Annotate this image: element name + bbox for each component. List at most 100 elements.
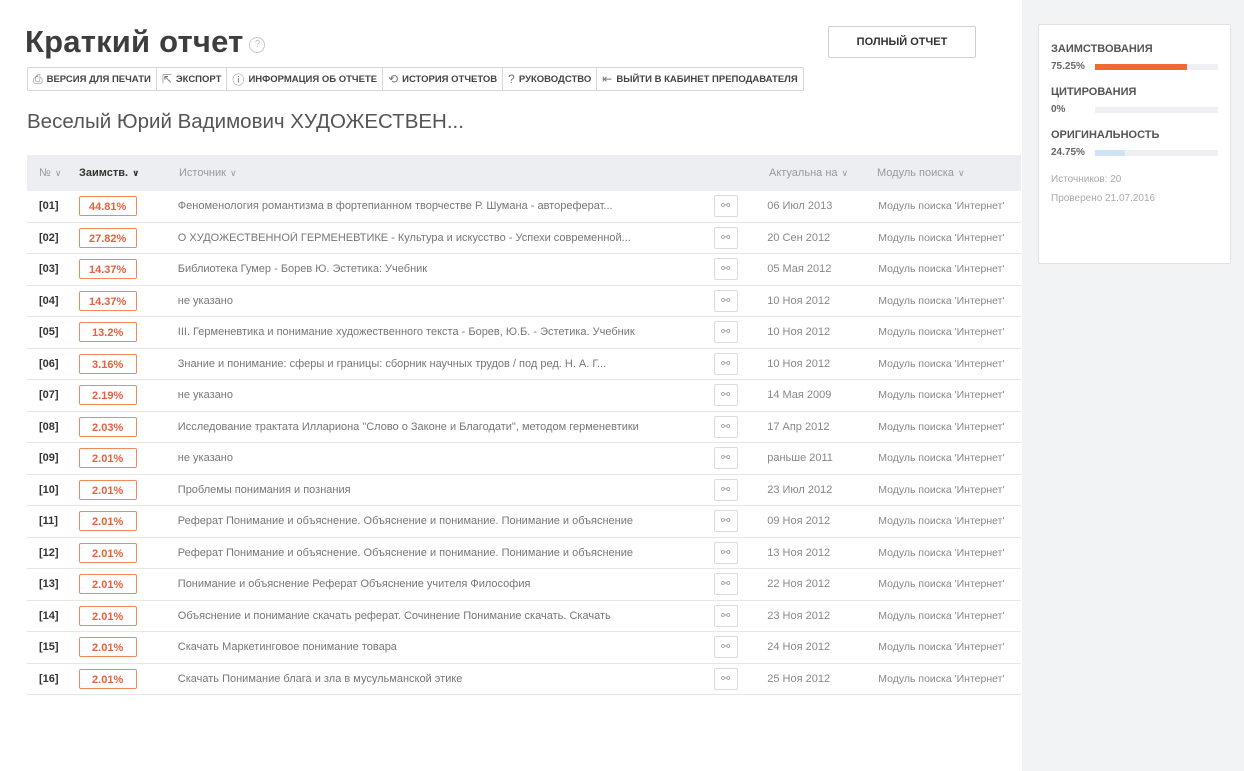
- cite-value: 0%: [1051, 104, 1066, 115]
- row-source[interactable]: Объяснение и понимание скачать реферат. …: [178, 610, 719, 622]
- link-icon[interactable]: ⚯: [713, 195, 738, 218]
- link-icon[interactable]: ⚯: [713, 258, 738, 281]
- export-button[interactable]: ⇱ ЭКСПОРТ: [157, 68, 228, 90]
- report-history-button[interactable]: ⟲ ИСТОРИЯ ОТЧЕТОВ: [383, 68, 504, 90]
- link-icon[interactable]: ⚯: [713, 636, 738, 659]
- report-main: Краткий отчет ? ПОЛНЫЙ ОТЧЕТ ⎙ ВЕРСИЯ ДЛ…: [25, 0, 1021, 771]
- borrow-percent-badge[interactable]: 44.81%: [78, 196, 137, 217]
- header-num[interactable]: № ∨: [27, 167, 79, 179]
- row-source[interactable]: Скачать Маркетинговое понимание товара: [178, 641, 719, 653]
- row-source[interactable]: О ХУДОЖЕСТВЕННОЙ ГЕРМЕНЕВТИКЕ - Культура…: [178, 232, 719, 244]
- header-date[interactable]: Актуальна на ∨: [769, 167, 877, 179]
- link-icon[interactable]: ⚯: [713, 541, 738, 564]
- borrow-percent-badge[interactable]: 14.37%: [78, 290, 137, 311]
- table-row[interactable]: [03] 14.37% Библиотека Гумер - Борев Ю. Эс…: [27, 254, 1021, 286]
- row-source[interactable]: Понимание и объяснение Реферат Объяснени…: [178, 578, 719, 590]
- borrow-percent-badge[interactable]: 3.16%: [78, 353, 137, 374]
- table-row[interactable]: [09] 2.01% не указано ⚯ раньше 2011 Модуль по…: [27, 443, 1021, 475]
- row-date: раньше 2011: [767, 452, 833, 465]
- header-borrow[interactable]: Заимств. ∨: [79, 167, 179, 179]
- borrow-percent-badge[interactable]: 2.01%: [78, 668, 137, 689]
- print-version-button[interactable]: ⎙ ВЕРСИЯ ДЛЯ ПЕЧАТИ: [28, 68, 157, 90]
- borrow-percent-badge[interactable]: 2.01%: [78, 605, 137, 626]
- link-icon[interactable]: ⚯: [713, 289, 738, 312]
- row-borrow-cell: 27.82%: [78, 227, 178, 248]
- row-source[interactable]: Феноменология романтизма в фортепианном …: [178, 200, 719, 212]
- row-num: [09]: [39, 452, 59, 465]
- link-icon[interactable]: ⚯: [713, 384, 738, 407]
- report-info-button[interactable]: ⓘ ИНФОРМАЦИЯ ОБ ОТЧЕТЕ: [227, 68, 384, 90]
- table-row[interactable]: [05] 13.2% III. Герменевтика и понимание х…: [27, 317, 1021, 349]
- row-num: [08]: [39, 420, 59, 433]
- row-borrow-cell: 3.16%: [78, 353, 178, 374]
- row-source[interactable]: Реферат Понимание и объяснение. Объяснен…: [178, 515, 719, 527]
- row-link-cell: ⚯: [713, 667, 764, 690]
- table-row[interactable]: [01] 44.81% Феноменология романтизма в фор…: [27, 191, 1021, 223]
- row-source[interactable]: не указано: [178, 295, 719, 307]
- row-module: Модуль поиска 'Интернет': [878, 672, 1005, 685]
- table-row[interactable]: [08] 2.03% Исследование трактата Иллариона…: [27, 412, 1021, 443]
- borrow-bar: [1094, 63, 1218, 70]
- row-source[interactable]: не указано: [178, 389, 719, 401]
- row-source[interactable]: Проблемы понимания и познания: [178, 484, 719, 496]
- row-date: 25 Ноя 2012: [767, 672, 831, 685]
- link-icon[interactable]: ⚯: [713, 478, 738, 501]
- header-module[interactable]: Модуль поиска ∨: [877, 167, 1021, 179]
- table-row[interactable]: [11] 2.01% Реферат Понимание и объяснение.…: [27, 506, 1021, 538]
- row-num: [15]: [39, 641, 59, 654]
- borrow-percent-badge[interactable]: 2.01%: [78, 574, 137, 595]
- row-borrow-cell: 2.03%: [78, 416, 178, 437]
- borrow-percent-badge[interactable]: 2.19%: [78, 385, 137, 406]
- row-source[interactable]: III. Герменевтика и понимание художестве…: [178, 326, 719, 338]
- borrow-percent-badge[interactable]: 2.01%: [78, 479, 137, 500]
- borrow-percent-badge[interactable]: 2.03%: [78, 416, 137, 437]
- borrow-percent-badge[interactable]: 2.01%: [78, 542, 137, 563]
- table-row[interactable]: [07] 2.19% не указано ⚯ 14 Мая 2009 Модуль по…: [27, 380, 1021, 412]
- chevron-down-icon: ∨: [841, 168, 849, 178]
- link-icon[interactable]: ⚯: [713, 573, 738, 596]
- header-source-label: Источник: [179, 167, 226, 179]
- row-source[interactable]: не указано: [178, 452, 719, 464]
- table-row[interactable]: [12] 2.01% Реферат Понимание и объяснение.…: [27, 538, 1021, 569]
- table-row[interactable]: [02] 27.82% О ХУДОЖЕСТВЕННОЙ ГЕРМЕНЕВТИКЕ …: [27, 223, 1021, 254]
- link-icon[interactable]: ⚯: [713, 226, 738, 249]
- table-row[interactable]: [06] 3.16% Знание и понимание: сферы и гра…: [27, 349, 1021, 380]
- row-num: [12]: [39, 546, 59, 559]
- title-row: Краткий отчет ?: [25, 22, 266, 62]
- table-row[interactable]: [10] 2.01% Проблемы понимания и познания ⚯ 2…: [27, 475, 1021, 506]
- link-icon[interactable]: ⚯: [713, 352, 738, 375]
- table-row[interactable]: [14] 2.01% Объяснение и понимание скачать …: [27, 601, 1021, 632]
- borrow-percent-badge[interactable]: 14.37%: [78, 259, 137, 280]
- borrow-percent-badge[interactable]: 2.01%: [78, 511, 137, 532]
- header-source[interactable]: Источник ∨: [179, 167, 724, 179]
- full-report-button[interactable]: ПОЛНЫЙ ОТЧЕТ: [828, 26, 976, 58]
- link-icon[interactable]: ⚯: [713, 510, 738, 533]
- link-icon[interactable]: ⚯: [713, 447, 738, 470]
- history-icon: ⟲: [388, 72, 399, 86]
- table-row[interactable]: [16] 2.01% Скачать Понимание блага и зла в…: [27, 664, 1021, 695]
- borrow-percent-badge[interactable]: 2.01%: [78, 637, 137, 658]
- row-link-cell: ⚯: [713, 447, 764, 470]
- table-row[interactable]: [13] 2.01% Понимание и объяснение Реферат …: [27, 569, 1021, 601]
- row-source[interactable]: Исследование трактата Иллариона "Слово о…: [178, 421, 719, 433]
- link-icon[interactable]: ⚯: [713, 604, 738, 627]
- help-icon[interactable]: ?: [249, 37, 266, 53]
- row-date: 24 Ноя 2012: [767, 641, 831, 654]
- link-icon[interactable]: ⚯: [713, 415, 738, 438]
- borrow-percent-badge[interactable]: 27.82%: [78, 227, 137, 248]
- row-source[interactable]: Библиотека Гумер - Борев Ю. Эстетика: Уч…: [178, 263, 719, 275]
- row-module: Модуль поиска 'Интернет': [878, 515, 1005, 528]
- row-module: Модуль поиска 'Интернет': [878, 420, 1005, 433]
- exit-to-cabinet-button[interactable]: ⇤ ВЫЙТИ В КАБИНЕТ ПРЕПОДАВАТЕЛЯ: [597, 68, 802, 90]
- borrow-value: 75.25%: [1051, 61, 1085, 72]
- row-source[interactable]: Скачать Понимание блага и зла в мусульма…: [178, 673, 719, 685]
- borrow-percent-badge[interactable]: 2.01%: [78, 448, 137, 469]
- borrow-percent-badge[interactable]: 13.2%: [78, 322, 137, 343]
- link-icon[interactable]: ⚯: [713, 667, 738, 690]
- guide-button[interactable]: ? РУКОВОДСТВО: [503, 68, 598, 90]
- row-source[interactable]: Знание и понимание: сферы и границы: сбо…: [178, 358, 719, 370]
- table-row[interactable]: [04] 14.37% не указано ⚯ 10 Ноя 2012 Модуль п…: [27, 286, 1021, 317]
- table-row[interactable]: [15] 2.01% Скачать Маркетинговое понимание…: [27, 632, 1021, 664]
- link-icon[interactable]: ⚯: [713, 321, 738, 344]
- row-source[interactable]: Реферат Понимание и объяснение. Объяснен…: [178, 547, 719, 559]
